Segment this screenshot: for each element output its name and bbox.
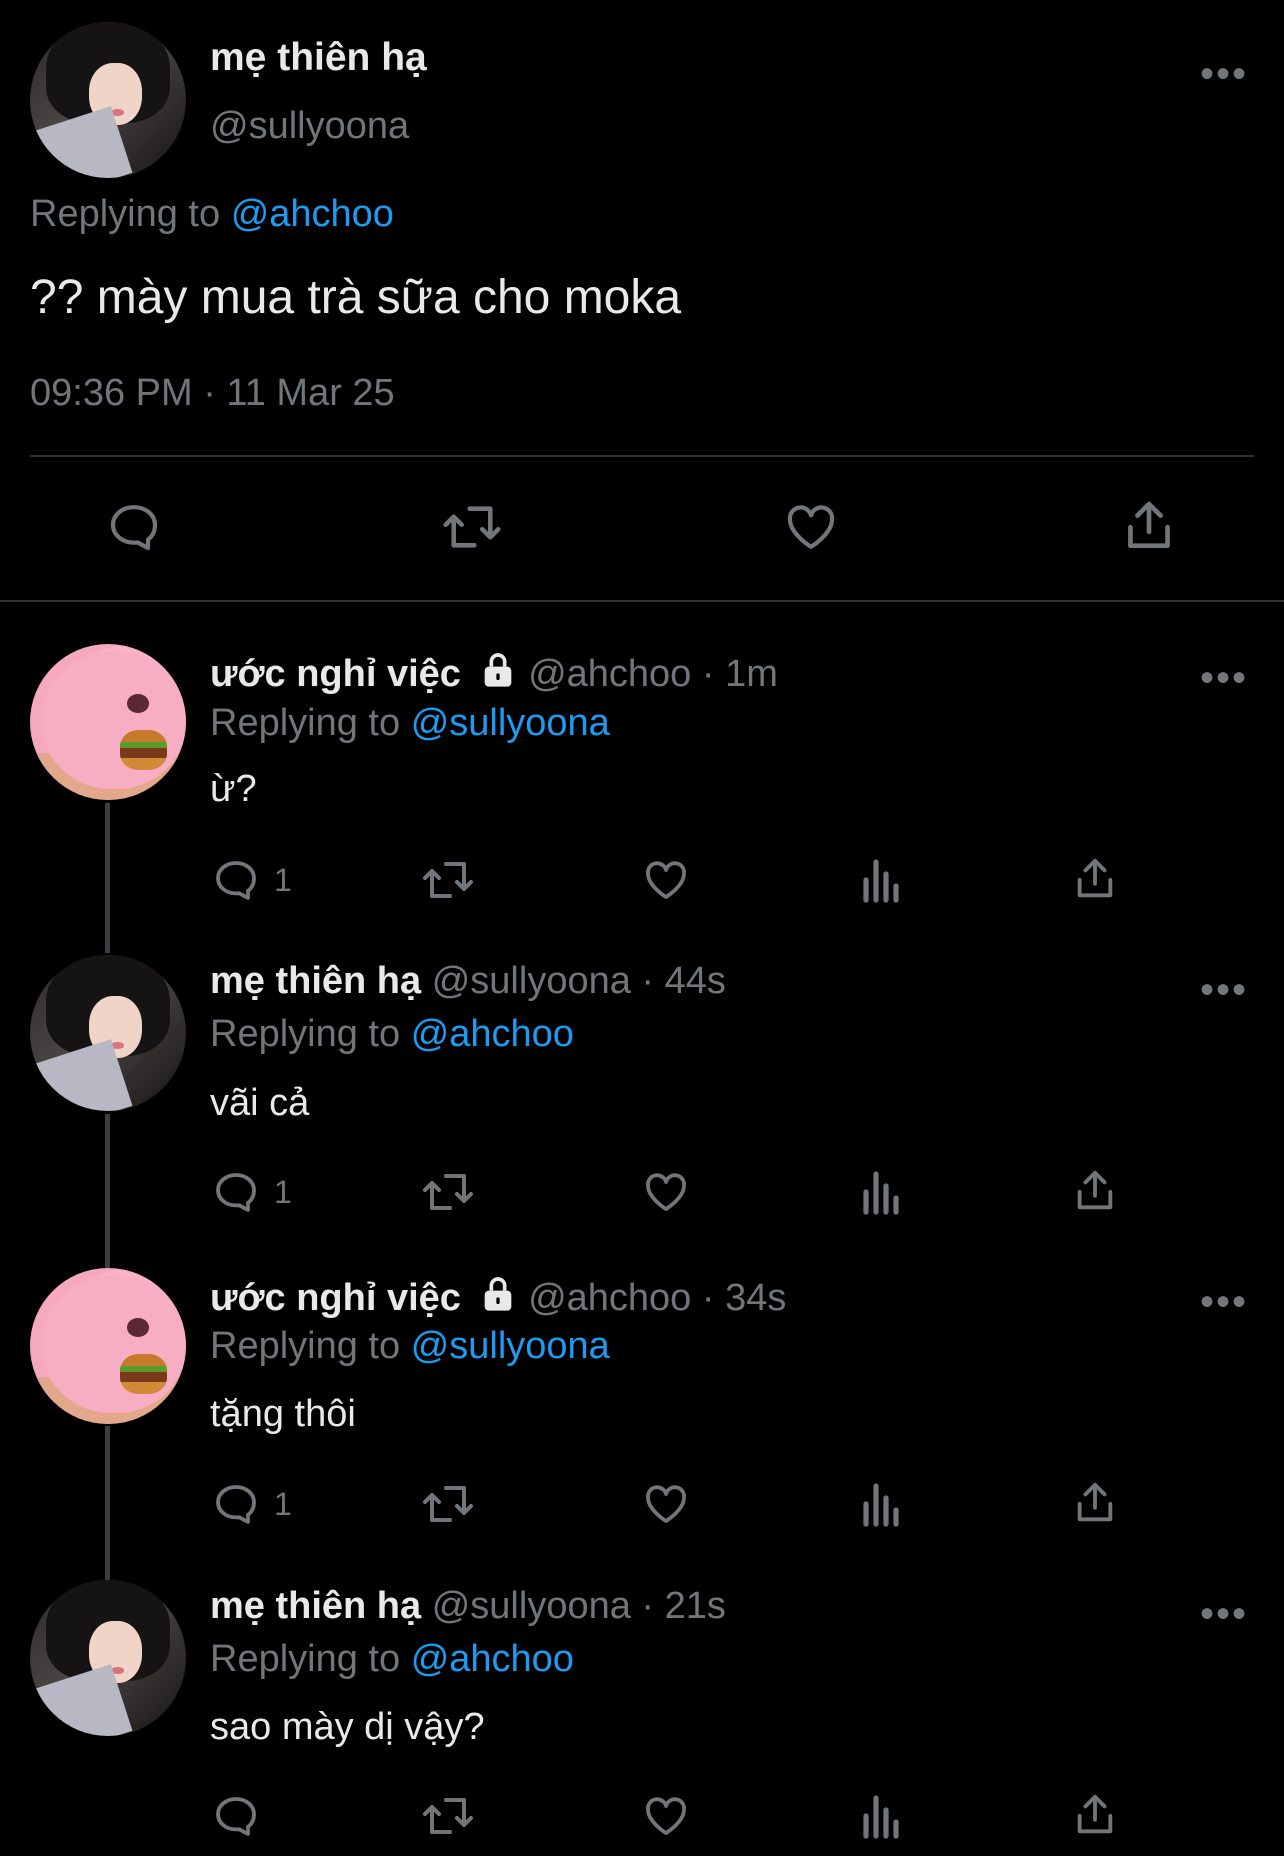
- like-icon[interactable]: [642, 1480, 690, 1528]
- reply-text: vãi cả: [210, 1082, 310, 1124]
- like-icon[interactable]: [783, 499, 839, 555]
- retweet-icon[interactable]: [440, 499, 504, 555]
- display-name[interactable]: mẹ thiên hạ: [210, 36, 427, 80]
- share-icon[interactable]: [1072, 1790, 1118, 1840]
- thread-line: [105, 803, 110, 953]
- retweet-icon[interactable]: [420, 1792, 476, 1840]
- replying-to-handle[interactable]: @ahchoo: [231, 193, 394, 235]
- replying-to-label: Replying to: [210, 1638, 401, 1680]
- action-row: 1: [210, 1480, 1130, 1530]
- thread-line: [105, 1114, 110, 1269]
- reply-text: tặng thôi: [210, 1393, 356, 1435]
- reply-icon[interactable]: [212, 1480, 260, 1528]
- analytics-icon[interactable]: [860, 856, 904, 904]
- reply-text: ừ?: [210, 768, 257, 810]
- tweet-text: ?? mày mua trà sữa cho moka: [30, 271, 682, 324]
- analytics-icon[interactable]: [860, 1792, 904, 1840]
- share-icon[interactable]: [1072, 1166, 1118, 1216]
- handle[interactable]: @sullyoona: [432, 1585, 631, 1627]
- more-options-icon[interactable]: •••: [1200, 970, 1248, 1010]
- more-options-icon[interactable]: •••: [1200, 1282, 1248, 1322]
- reply-header: ước nghỉ việc @ahchoo · 1m: [210, 650, 778, 700]
- reply-icon[interactable]: [212, 1168, 260, 1216]
- action-row: 1: [210, 856, 1130, 906]
- time[interactable]: · 34s: [702, 1277, 786, 1319]
- reply-header: ước nghỉ việc @ahchoo · 34s: [210, 1274, 786, 1324]
- handle[interactable]: @ahchoo: [528, 1277, 691, 1319]
- action-row: 1: [210, 1168, 1130, 1218]
- handle[interactable]: @sullyoona: [210, 105, 409, 148]
- replying-to-handle[interactable]: @sullyoona: [411, 1325, 610, 1367]
- retweet-icon[interactable]: [420, 1168, 476, 1216]
- replying-to: Replying to @sullyoona: [210, 702, 610, 745]
- analytics-icon[interactable]: [860, 1480, 904, 1528]
- replying-to-label: Replying to: [210, 1013, 401, 1055]
- analytics-icon[interactable]: [860, 1168, 904, 1216]
- avatar[interactable]: [30, 1268, 186, 1424]
- handle[interactable]: @sullyoona: [432, 960, 631, 1002]
- retweet-icon[interactable]: [420, 1480, 476, 1528]
- divider: [30, 455, 1254, 457]
- reply-count: 1: [274, 862, 292, 898]
- display-name[interactable]: ước nghỉ việc: [210, 653, 461, 695]
- more-options-icon[interactable]: •••: [1200, 54, 1248, 94]
- reply-icon[interactable]: [212, 856, 260, 904]
- replying-to: Replying to @ahchoo: [30, 193, 394, 236]
- avatar[interactable]: [30, 1580, 186, 1736]
- more-options-icon[interactable]: •••: [1200, 1594, 1248, 1634]
- share-icon[interactable]: [1121, 497, 1177, 555]
- replying-to: Replying to @sullyoona: [210, 1325, 610, 1368]
- handle[interactable]: @ahchoo: [528, 653, 691, 695]
- action-row: [210, 1792, 1130, 1842]
- share-icon[interactable]: [1072, 1478, 1118, 1528]
- avatar[interactable]: [30, 644, 186, 800]
- replying-to-label: Replying to: [30, 193, 221, 235]
- reply-header: mẹ thiên hạ @sullyoona · 21s: [210, 1585, 726, 1628]
- retweet-icon[interactable]: [420, 856, 476, 904]
- replying-to-label: Replying to: [210, 702, 401, 744]
- avatar[interactable]: [30, 955, 186, 1111]
- timestamp[interactable]: 09:36 PM · 11 Mar 25: [30, 372, 395, 415]
- lock-icon: [478, 650, 518, 700]
- time[interactable]: · 1m: [702, 653, 778, 695]
- avatar[interactable]: [30, 22, 186, 178]
- replying-to-handle[interactable]: @ahchoo: [411, 1638, 574, 1680]
- time[interactable]: · 44s: [641, 960, 725, 1002]
- share-icon[interactable]: [1072, 854, 1118, 904]
- reply-count: 1: [274, 1174, 292, 1210]
- replying-to-handle[interactable]: @sullyoona: [411, 702, 610, 744]
- replying-to: Replying to @ahchoo: [210, 1013, 574, 1056]
- more-options-icon[interactable]: •••: [1200, 658, 1248, 698]
- like-icon[interactable]: [642, 1792, 690, 1840]
- reply-header: mẹ thiên hạ @sullyoona · 44s: [210, 960, 726, 1003]
- thread-line: [105, 1426, 110, 1581]
- reply-count: 1: [274, 1486, 292, 1522]
- reply-icon[interactable]: [106, 499, 162, 555]
- replying-to: Replying to @ahchoo: [210, 1638, 574, 1681]
- reply-icon[interactable]: [212, 1792, 260, 1840]
- lock-icon: [478, 1274, 518, 1324]
- reply-text: sao mày dị vậy?: [210, 1706, 485, 1748]
- like-icon[interactable]: [642, 1168, 690, 1216]
- replying-to-handle[interactable]: @ahchoo: [411, 1013, 574, 1055]
- display-name[interactable]: mẹ thiên hạ: [210, 960, 421, 1002]
- display-name[interactable]: mẹ thiên hạ: [210, 1585, 421, 1627]
- display-name[interactable]: ước nghỉ việc: [210, 1277, 461, 1319]
- time[interactable]: · 21s: [641, 1585, 725, 1627]
- section-divider: [0, 600, 1284, 602]
- like-icon[interactable]: [642, 856, 690, 904]
- replying-to-label: Replying to: [210, 1325, 401, 1367]
